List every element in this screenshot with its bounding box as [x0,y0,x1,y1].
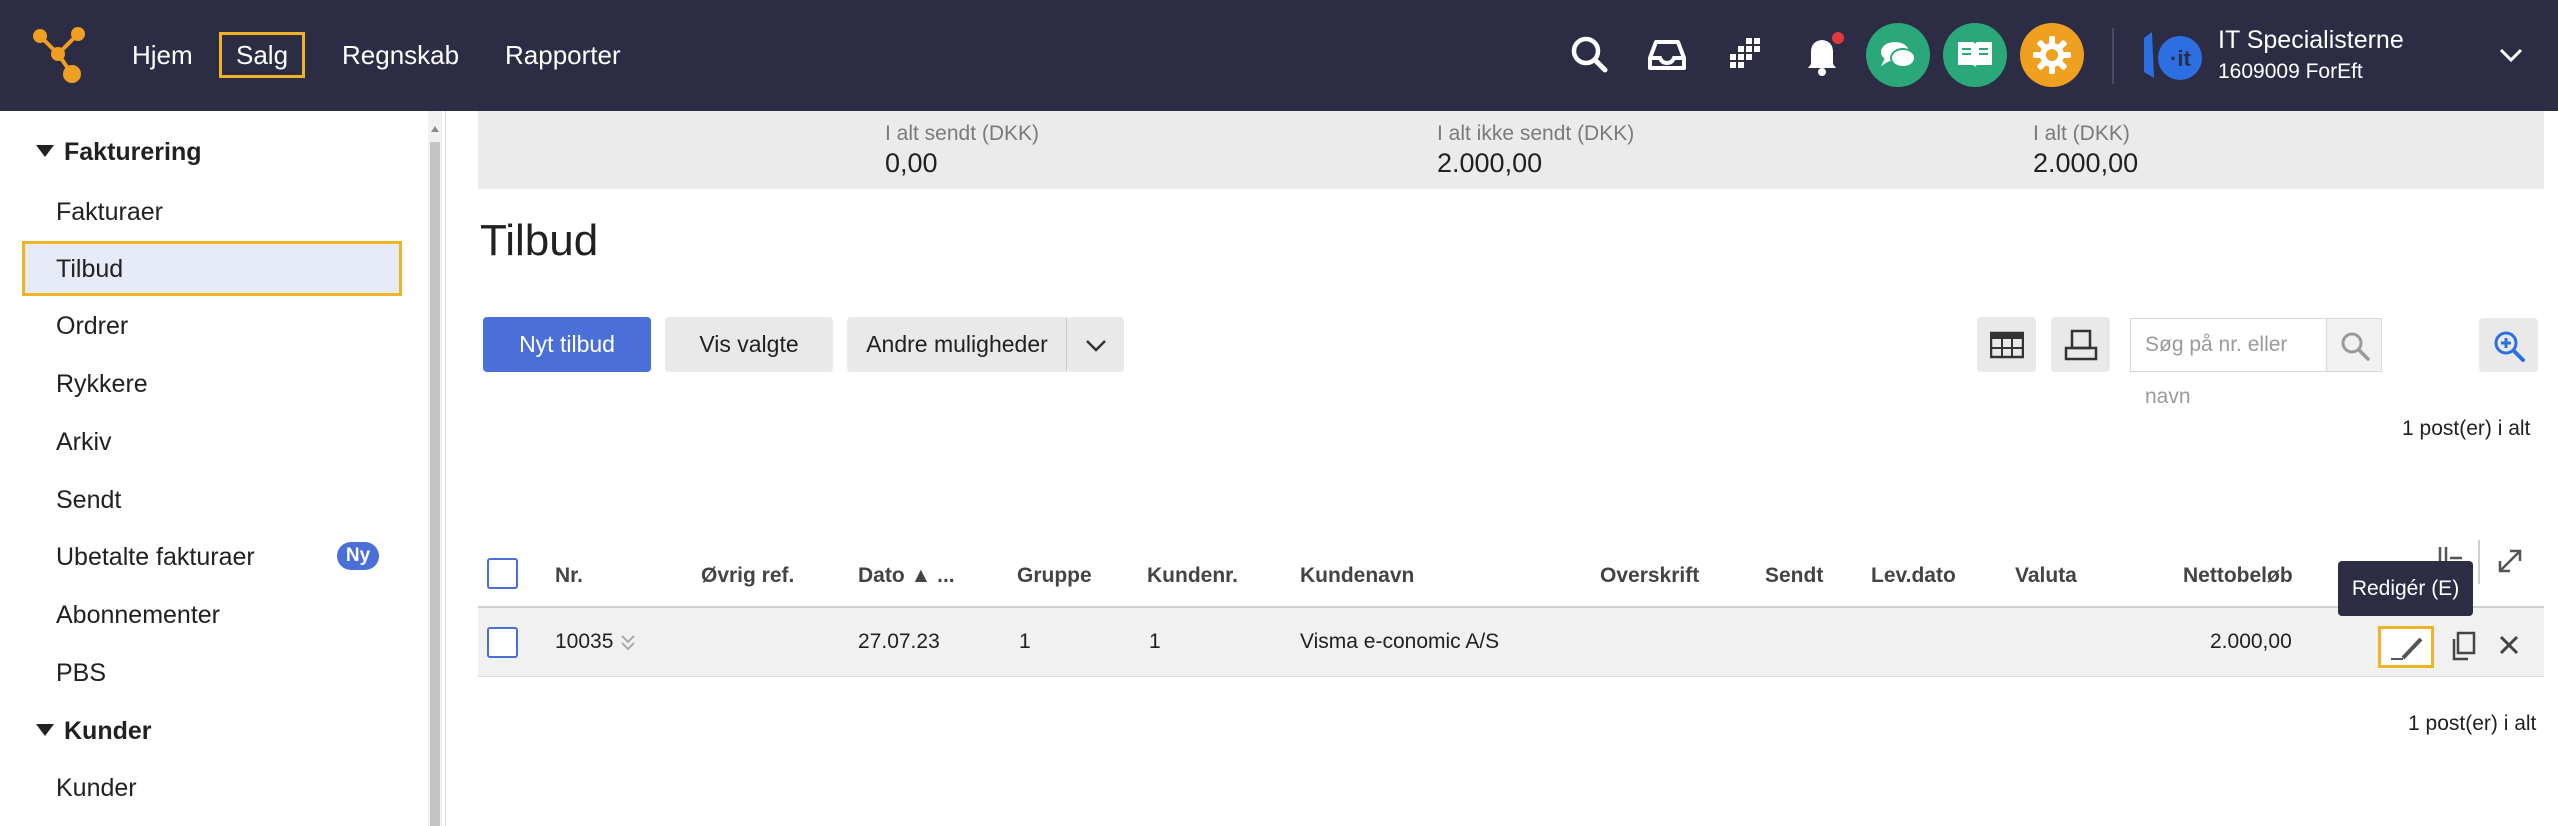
header-divider [2478,540,2480,584]
column-header-kundenr[interactable]: Kundenr. [1147,564,1238,588]
column-header-nr[interactable]: Nr. [555,564,583,588]
edit-tooltip: Redigér (E) [2338,561,2473,616]
zoom-in-icon [2494,331,2525,362]
topbar-divider [2112,28,2114,84]
nav-rapporter[interactable]: Rapporter [491,32,635,78]
summary-not-sent-value: 2.000,00 [1437,148,1543,178]
other-options-dropdown-button[interactable] [1067,317,1124,372]
print-button[interactable] [2051,317,2110,372]
column-header-dato[interactable]: Dato ▲ ... [858,564,955,588]
search-button[interactable] [2326,318,2382,372]
search-icon[interactable] [1557,22,1623,88]
nav-regnskab[interactable]: Regnskab [328,32,473,78]
column-header-valuta[interactable]: Valuta [2015,564,2077,588]
cell-nettobelob: 2.000,00 [2210,630,2292,653]
column-header-ovrig-ref[interactable]: Øvrig ref. [701,564,794,588]
cell-dato: 27.07.23 [858,630,940,653]
summary-sent-value: 0,00 [885,148,938,178]
cell-gruppe: 1 [1019,630,1031,653]
sidebar-item-kunder[interactable]: Kunder [56,774,137,803]
sidebar-section-label: Fakturering [64,138,202,166]
chevron-down-icon[interactable] [2496,40,2526,70]
column-header-levdato[interactable]: Lev.dato [1871,564,1956,588]
summary-total-value: 2.000,00 [2033,148,2139,178]
summary-sent-label: I alt sendt (DKK) [885,122,1040,145]
advanced-search-button[interactable] [2479,318,2538,372]
company-id[interactable]: 1609009 ForEft [2218,60,2363,84]
scroll-up-arrow-icon[interactable] [431,126,439,132]
column-header-sendt[interactable]: Sendt [1765,564,1823,588]
sidebar-section-kunder[interactable]: Kunder [36,717,152,746]
sidebar-section-label: Kunder [64,717,152,745]
summary-total-label: I alt (DKK) [2033,122,2130,145]
column-header-kundenavn[interactable]: Kundenavn [1300,564,1414,588]
sidebar-item-label: Tilbud [56,255,124,283]
column-header-overskrift[interactable]: Overskrift [1600,564,1699,588]
page-title: Tilbud [480,216,599,265]
show-selected-button[interactable]: Vis valgte [665,317,833,372]
other-options-button[interactable]: Andre muligheder [847,317,1067,372]
new-quote-button[interactable]: Nyt tilbud [483,317,651,372]
row-checkbox[interactable] [487,627,518,658]
top-navigation-bar: Hjem Salg Regnskab Rapporter ·it IT Spec… [0,0,2558,111]
copy-icon[interactable] [2448,630,2478,662]
table-icon [1990,331,2024,359]
summary-not-sent-label: I alt ikke sendt (DKK) [1437,122,1635,145]
company-avatar-icon[interactable]: ·it [2140,28,2204,86]
chat-icon[interactable] [1865,22,1931,88]
posts-count-bottom: 1 post(er) i alt [2408,712,2537,735]
sidebar-item-rykkere[interactable]: Rykkere [56,370,148,399]
edit-button[interactable] [2378,626,2434,668]
nav-salg[interactable]: Salg [219,32,306,78]
sidebar-item-pbs[interactable]: PBS [56,659,106,688]
sidebar-item-sendt[interactable]: Sendt [56,486,121,515]
cell-kundenavn: Visma e-conomic A/S [1300,630,1500,653]
app-logo-icon[interactable] [32,26,90,84]
apps-grid-icon[interactable] [1712,22,1778,88]
inbox-icon[interactable] [1634,22,1700,88]
expand-icon[interactable] [2492,543,2528,579]
column-settings-button[interactable] [1977,317,2036,372]
chevron-down-icon [1086,340,1106,352]
column-header-gruppe[interactable]: Gruppe [1017,564,1092,588]
select-all-checkbox[interactable] [487,558,518,589]
settings-icon[interactable] [2019,22,2085,88]
expand-triangle-icon [36,145,54,158]
company-name[interactable]: IT Specialisterne [2218,26,2404,55]
column-header-nettobelob[interactable]: Nettobeløb [2183,564,2293,588]
sidebar-item-ubetalte-fakturaer[interactable]: Ubetalte fakturaer [56,543,255,572]
nav-hjem[interactable]: Hjem [118,32,207,78]
new-badge: Ny [337,542,379,570]
double-chevron-down-icon[interactable] [619,632,637,654]
sidebar-item-tilbud[interactable]: Tilbud [22,241,402,296]
delete-icon[interactable] [2496,632,2522,658]
pencil-icon [2391,637,2423,660]
search-icon [2341,332,2370,361]
print-icon [2064,329,2098,361]
sidebar-scrollbar-thumb[interactable] [430,142,440,826]
bell-icon[interactable] [1789,22,1855,88]
sidebar-item-fakturaer[interactable]: Fakturaer [56,198,163,227]
sidebar-section-fakturering[interactable]: Fakturering [36,138,202,167]
cell-nr[interactable]: 10035 [555,630,613,654]
table-row-divider [478,676,2544,677]
cell-kundenr: 1 [1149,630,1161,653]
expand-triangle-icon [36,724,54,737]
book-icon[interactable] [1942,22,2008,88]
sidebar-item-arkiv[interactable]: Arkiv [56,428,112,457]
svg-text:·it: ·it [2170,46,2191,71]
notification-dot [1832,32,1844,44]
search-input[interactable]: Søg på nr. eller navn [2130,318,2326,408]
sidebar-item-ordrer[interactable]: Ordrer [56,312,128,341]
posts-count-top: 1 post(er) i alt [2402,417,2531,440]
sidebar-item-abonnementer[interactable]: Abonnementer [56,601,220,630]
